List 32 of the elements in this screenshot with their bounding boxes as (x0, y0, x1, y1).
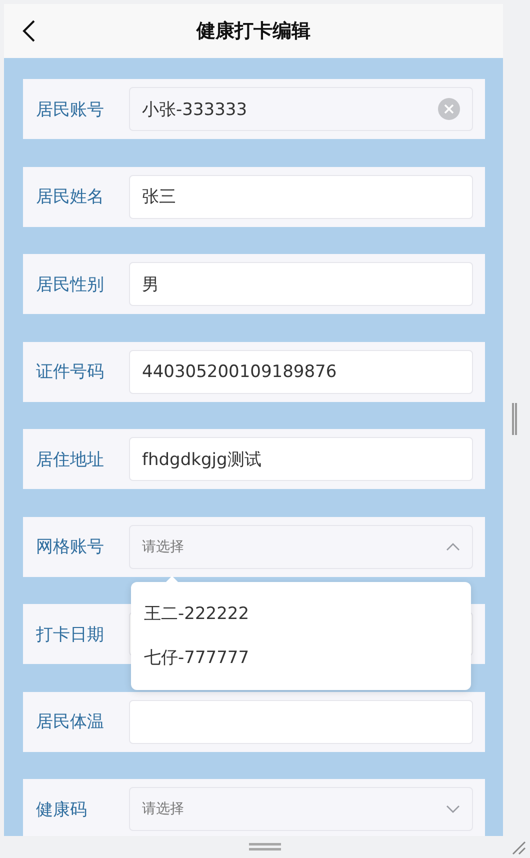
input-field[interactable]: 男 (129, 262, 473, 306)
clear-icon[interactable] (438, 98, 460, 120)
input-field[interactable]: 小张-333333 (129, 87, 473, 131)
field-label: 网格账号 (36, 536, 105, 558)
dropdown-option[interactable]: 王二-222222 (131, 592, 471, 636)
page-title: 健康打卡编辑 (196, 19, 310, 44)
field-value: 男 (142, 274, 160, 296)
field-value: 张三 (142, 186, 177, 208)
select-field[interactable]: 请选择 (129, 524, 473, 568)
select-placeholder: 请选择 (142, 800, 185, 818)
select-placeholder: 请选择 (142, 538, 185, 556)
resize-handle[interactable] (512, 403, 517, 435)
field-value: fhdgdkgjg测试 (142, 448, 262, 470)
input-field[interactable] (129, 700, 473, 744)
field-label: 居住地址 (36, 448, 105, 470)
select-field[interactable]: 请选择 (129, 787, 473, 831)
field-value: 小张-333333 (142, 98, 248, 120)
resize-grip-icon[interactable] (512, 841, 526, 855)
input-field[interactable]: 440305200109189876 (129, 350, 473, 394)
field-label: 居民账号 (36, 98, 105, 120)
input-field[interactable]: 张三 (129, 174, 473, 218)
field-value: 440305200109189876 (142, 362, 338, 382)
field-label: 居民姓名 (36, 186, 105, 208)
field-label: 居民体温 (36, 711, 105, 733)
drag-handle-icon[interactable] (249, 843, 281, 851)
back-icon[interactable] (22, 19, 36, 43)
input-field[interactable]: fhdgdkgjg测试 (129, 437, 473, 481)
field-label: 打卡日期 (36, 624, 105, 646)
field-label: 健康码 (36, 798, 88, 820)
dropdown-option[interactable]: 七仔-777777 (131, 636, 471, 680)
field-label: 证件号码 (36, 361, 105, 383)
field-label: 居民性别 (36, 274, 105, 296)
